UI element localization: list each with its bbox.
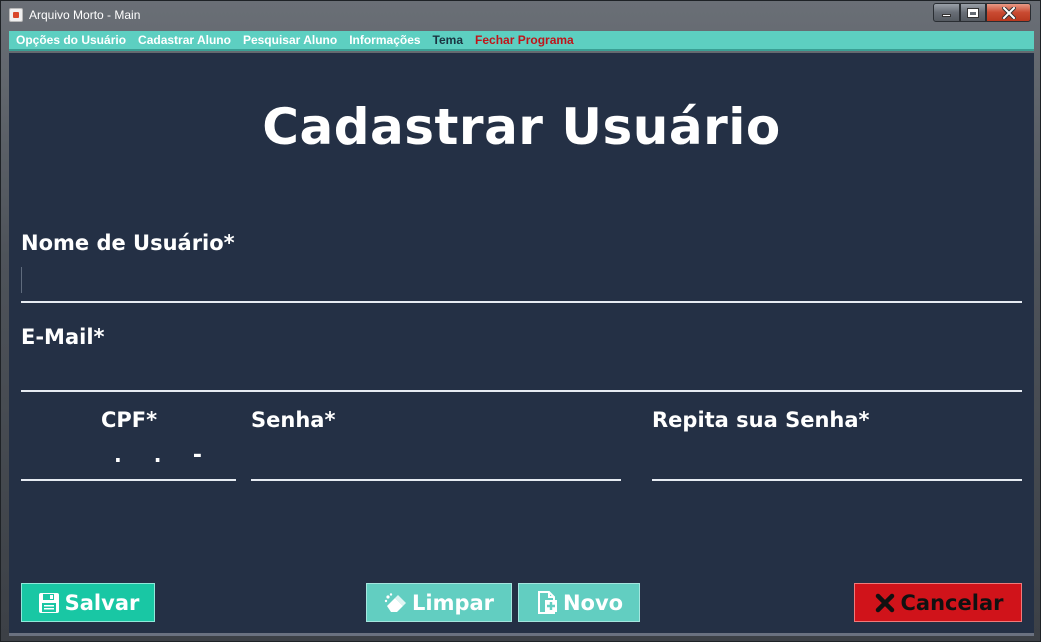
password-label: Senha*	[251, 408, 336, 432]
clear-button[interactable]: Limpar	[366, 583, 512, 622]
username-underline	[21, 301, 1022, 303]
new-file-icon	[535, 590, 559, 615]
menu-item-search-student[interactable]: Pesquisar Aluno	[243, 33, 337, 47]
cpf-underline	[21, 479, 236, 481]
repeat-password-input[interactable]	[654, 443, 1020, 477]
email-input[interactable]	[23, 355, 1018, 389]
menu-bar: Opções do Usuário Cadastrar Aluno Pesqui…	[9, 31, 1034, 51]
menu-item-close-program[interactable]: Fechar Programa	[475, 33, 574, 47]
x-mark-icon	[873, 591, 897, 615]
window-controls	[933, 3, 1031, 22]
menu-item-theme[interactable]: Tema	[433, 33, 463, 47]
password-underline	[251, 479, 621, 481]
email-label: E-Mail*	[21, 325, 105, 349]
cpf-label: CPF*	[101, 408, 158, 432]
title-bar[interactable]: Arquivo Morto - Main	[1, 1, 1040, 29]
clear-button-label: Limpar	[411, 590, 495, 615]
repeat-password-underline	[652, 479, 1022, 481]
save-button[interactable]: Salvar	[21, 583, 155, 622]
page-title: Cadastrar Usuário	[262, 98, 781, 156]
floppy-disk-icon	[37, 591, 61, 615]
cancel-button[interactable]: Cancelar	[854, 583, 1022, 622]
menu-item-user-options[interactable]: Opções do Usuário	[16, 33, 126, 47]
window-bottom-edge	[9, 633, 1034, 636]
close-window-button[interactable]	[986, 3, 1031, 22]
java-cup-icon	[9, 8, 23, 22]
username-label: Nome de Usuário*	[21, 231, 235, 255]
window-title: Arquivo Morto - Main	[29, 8, 141, 22]
form-panel: Cadastrar Usuário Nome de Usuário* E-Mai…	[9, 53, 1034, 633]
new-button[interactable]: Novo	[518, 583, 640, 622]
close-icon	[1001, 6, 1016, 19]
repeat-password-label: Repita sua Senha*	[652, 408, 870, 432]
text-caret	[21, 267, 22, 293]
cpf-input[interactable]: . . -	[98, 443, 204, 468]
maximize-button[interactable]	[960, 3, 986, 22]
menu-item-register-student[interactable]: Cadastrar Aluno	[138, 33, 231, 47]
email-underline	[21, 390, 1022, 392]
menu-item-information[interactable]: Informações	[349, 33, 420, 47]
maximize-icon	[967, 7, 979, 18]
minimize-icon	[942, 14, 951, 17]
username-input[interactable]	[23, 265, 1018, 299]
app-window: Arquivo Morto - Main Opções do Usuário C…	[0, 0, 1041, 642]
eraser-icon	[384, 591, 408, 615]
minimize-button[interactable]	[933, 3, 960, 22]
save-button-label: Salvar	[64, 590, 140, 615]
cancel-button-label: Cancelar	[900, 590, 1004, 615]
new-button-label: Novo	[562, 590, 624, 615]
password-input[interactable]	[253, 443, 619, 477]
